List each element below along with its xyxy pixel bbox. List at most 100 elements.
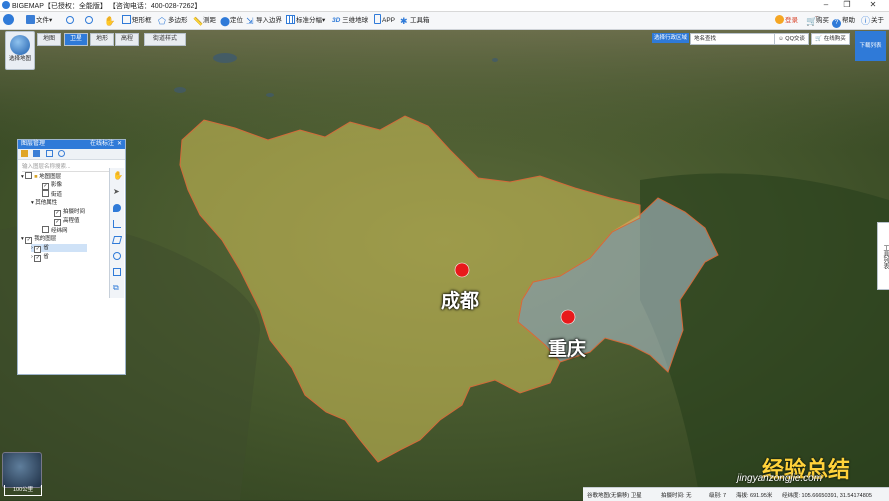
layer-label: 省 [43,245,49,251]
status-shoot-time: 拍摄时间: 无 [661,493,692,499]
filter-icon[interactable] [46,150,53,157]
layer-panel-header: 图层管理 在线标注 ✕ [18,140,125,149]
globe-menu-button[interactable] [3,14,15,27]
chengdu-label: 成都 [441,291,480,312]
maximize-button[interactable]: ❐ [838,0,856,11]
3d-icon: 3D [332,17,341,24]
3d-label: 三维地球 [342,17,369,24]
drawing-tools: ✋ ➤ ⧉ [109,168,124,298]
locate-button[interactable]: ⬤定位 [220,14,243,27]
info-icon: ⓘ [861,16,871,26]
save-icon[interactable] [33,150,40,157]
import-boundary-button[interactable]: ⇲ 导入边界 [246,14,282,27]
pointer-icon[interactable]: ➤ [113,188,121,196]
layer-checkbox[interactable] [25,172,33,179]
admin-region-button[interactable]: 选择行政区域 [652,33,689,43]
qq-icon: ☺ [778,36,784,42]
layer-label: 街道 [51,192,63,198]
tab-terrain[interactable]: 地形 [90,33,114,46]
standard-grid-menu[interactable]: 标准分幅▾ [286,14,325,27]
app-button[interactable]: APP [374,14,395,27]
hand-icon[interactable]: ✋ [113,172,123,180]
marker-icon[interactable] [113,204,121,212]
polygon-icon[interactable] [111,236,123,244]
layer-label: 拍摄时间 [63,209,86,215]
tool-list-label: 工具列表 [882,245,888,269]
layer-checkbox[interactable]: ✓ [34,246,42,253]
layer-label: 其他属性 [35,200,58,206]
3d-earth-button[interactable]: 3D 三维地球 [332,14,368,27]
tool-list-button[interactable]: 工具列表 [877,222,889,290]
layer-label: 影像 [51,182,63,188]
close-button[interactable]: ✕ [864,0,882,11]
select-map-button[interactable]: 选择地图 [5,31,35,70]
cart-icon: 🛒 [806,16,818,26]
help-label: 帮助 [842,17,855,24]
layer-item-my-layers[interactable]: ▾ ✓ 我的图层 [21,235,56,244]
place-search-input[interactable]: 地名查找 [690,33,775,45]
select-map-label: 选择地图 [8,56,31,62]
measure-button[interactable]: 📏测距 [193,14,216,27]
zoom-in-icon [66,16,74,24]
rect-select-button[interactable]: 矩形框 [122,14,152,27]
layer-label: 高程值 [63,218,80,224]
polygon-icon: ⬠ [158,16,166,26]
import-boundary-label: 导入边界 [256,17,282,24]
main-toolbar: 文件▾ ✋ 矩形框 ⬠ 多边形 📏测距 ⬤定位 ⇲ 导入边界 标准分幅▾ 3D 三维… [0,12,889,30]
polyline-icon[interactable] [113,220,121,228]
polygon-select-button[interactable]: ⬠ 多边形 [158,14,188,27]
zoom-out-button[interactable] [85,14,94,27]
layer-item-shoot-time[interactable]: ✓ 拍摄时间 [54,208,86,217]
buy-button[interactable]: 🛒购买 [806,14,829,27]
satellite-map[interactable]: 成都 重庆 [0,30,889,500]
help-button[interactable]: ? 帮助 [832,14,855,28]
file-menu[interactable]: 文件▾ [26,14,52,27]
layer-checkbox[interactable] [42,226,49,233]
layer-item-imagery[interactable]: ✓ 影像 [42,181,63,190]
label-icon[interactable]: ⧉ [113,284,121,292]
open-folder-icon[interactable] [21,150,28,157]
layer-item-other-attributes[interactable]: ▾ 其他属性 [31,199,57,207]
help-icon: ? [832,19,841,28]
tab-elevation[interactable]: 高程 [115,33,139,46]
about-button[interactable]: ⓘ关于 [861,14,884,27]
layer-item-province-2[interactable]: › ✓ 省 [31,253,49,262]
layer-item-map-layers[interactable]: ▾ ■ 地图图层 [21,172,61,180]
layer-checkbox[interactable]: ✓ [34,255,42,262]
layer-item-graticule[interactable]: 经纬网 [42,226,68,234]
measure-label: 测距 [203,17,216,24]
tab-satellite[interactable]: 卫星 [64,33,88,46]
close-icon[interactable]: ✕ [117,140,122,149]
circle-icon[interactable] [113,252,121,260]
chengdu-dot [454,262,470,278]
vip-icon [775,15,784,24]
zoom-in-button[interactable] [66,14,75,27]
minimize-button[interactable]: – [817,0,835,11]
layer-checkbox[interactable]: ✓ [54,219,61,226]
buy-label: 购买 [816,17,829,24]
vip-login-button[interactable]: 登录 [775,14,798,27]
buy-online-button[interactable]: 🛒 在线购买 [811,33,850,45]
cart-icon: 🛒 [815,36,823,42]
layer-checkbox[interactable]: ✓ [42,183,49,190]
search-icon[interactable] [58,150,65,157]
rectangle-icon[interactable] [113,268,121,276]
street-style-button[interactable]: 街道样式 [144,33,186,46]
layer-checkbox[interactable] [42,190,49,197]
import-icon: ⇲ [246,16,254,26]
online-tag-button[interactable]: 在线标注 [90,140,114,149]
layer-item-elevation[interactable]: ✓ 高程值 [54,217,80,226]
layer-item-province-1[interactable]: › ✓ 省 [31,244,87,253]
grid-icon [286,15,295,24]
pan-button[interactable]: ✋ [104,14,115,27]
layer-checkbox[interactable]: ✓ [54,210,61,217]
tab-map[interactable]: 地图 [37,33,61,46]
scale-bar: 100公里 [4,485,43,496]
overview-globe[interactable] [2,452,42,488]
layer-checkbox[interactable]: ✓ [25,237,33,244]
download-list-button[interactable]: 下载列表 [855,31,886,61]
toolbox-button[interactable]: ✱ 工具箱 [400,14,430,27]
status-coords: 经纬度: 105.66650391, 31.54174805 [782,493,872,499]
qq-chat-button[interactable]: ☺ QQ交谈 [774,33,809,45]
layer-item-street[interactable]: 街道 [42,190,62,198]
